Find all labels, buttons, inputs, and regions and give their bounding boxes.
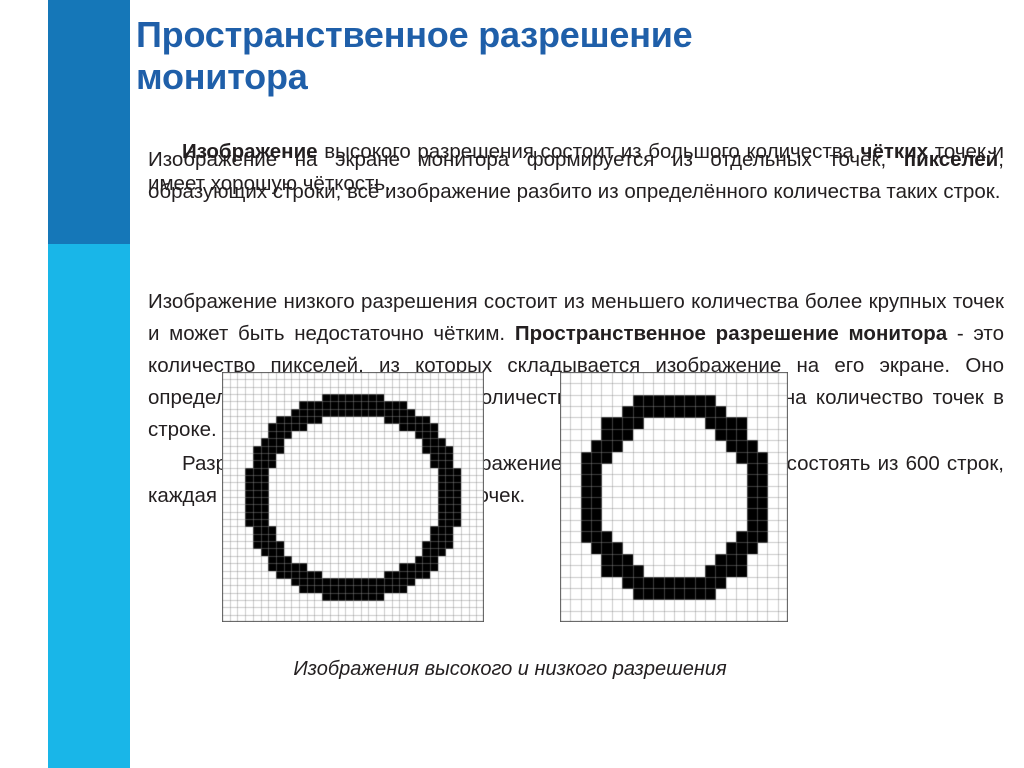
low-resolution-circle bbox=[560, 372, 788, 622]
high-resolution-circle bbox=[222, 372, 484, 622]
main-top-text-1: Изображение на экране монитора формирует… bbox=[148, 148, 904, 171]
sidebar-accent-bottom bbox=[48, 244, 130, 768]
main-top-bold: пикселей bbox=[903, 148, 999, 171]
page-title: Пространственное разрешение монитора bbox=[136, 14, 693, 98]
figure-caption: Изображения высокого и низкого разрешени… bbox=[293, 658, 727, 680]
sidebar-accent-top bbox=[48, 0, 130, 244]
paragraph-main-top: Изображение на экране монитора формирует… bbox=[148, 144, 1004, 208]
definition-bold: Пространственное разрешение монитора bbox=[514, 322, 948, 345]
figure-pixel-circles bbox=[222, 372, 788, 622]
